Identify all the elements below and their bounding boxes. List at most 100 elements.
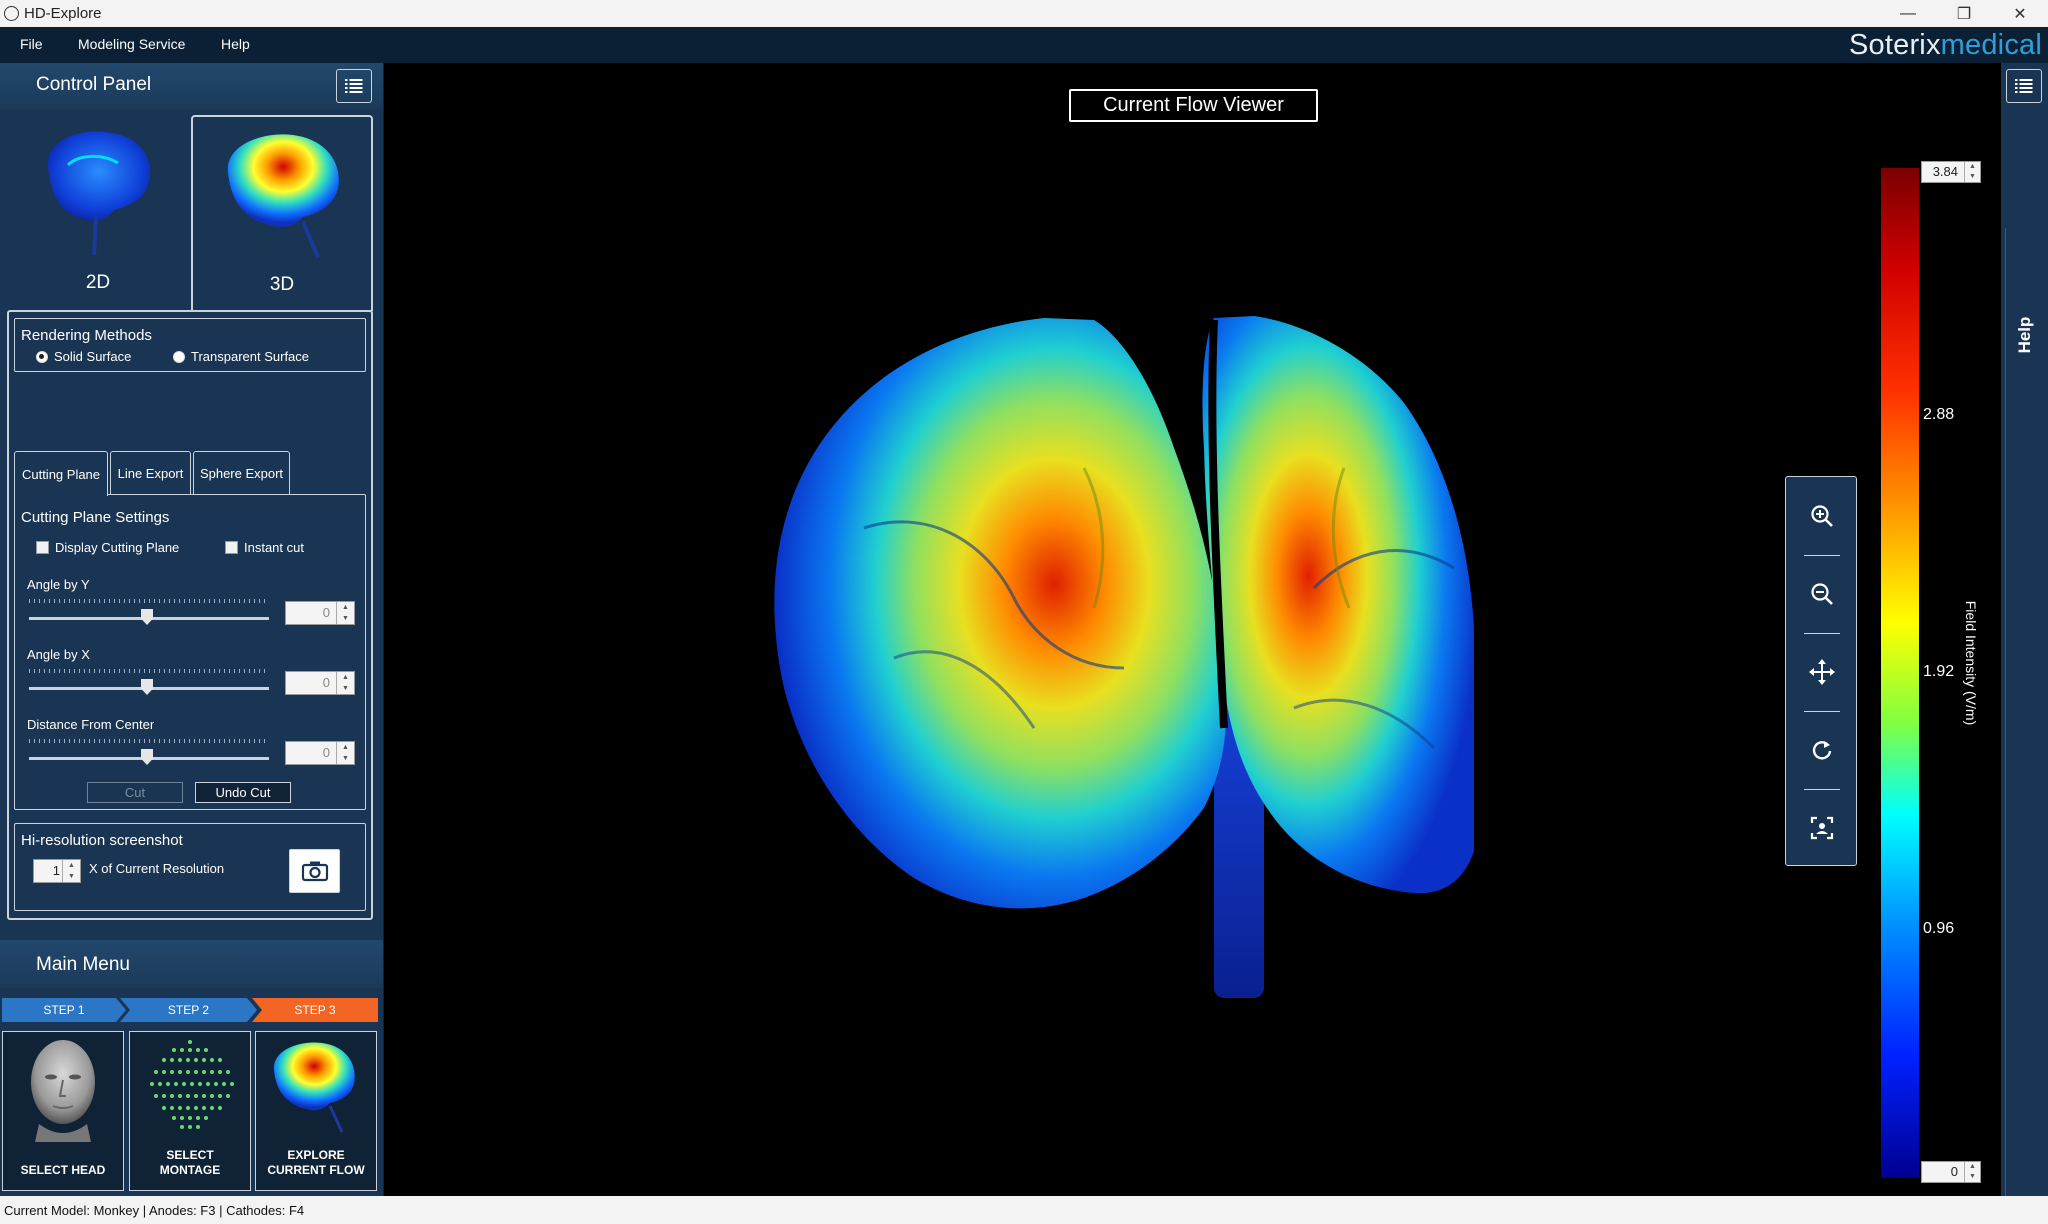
help-tab-label[interactable]: Help <box>2015 317 2035 354</box>
cut-button[interactable]: Cut <box>87 782 183 803</box>
transparent-surface-label: Transparent Surface <box>191 349 310 364</box>
explore-label-line2: CURRENT FLOW <box>267 1163 365 1177</box>
display-cutting-plane-checkbox[interactable] <box>36 541 49 554</box>
distance-value: 0 <box>322 745 330 760</box>
angle-x-spin-arrows[interactable]: ▲ ▼ <box>336 672 354 694</box>
distance-slider-thumb[interactable] <box>141 749 153 765</box>
help-tab[interactable] <box>2005 228 2043 1224</box>
transparent-surface-radio[interactable] <box>173 350 185 363</box>
explore-current-flow-label: EXPLORE CURRENT FLOW <box>256 1148 376 1178</box>
brain-flow-icon <box>273 1042 355 1133</box>
angle-x-slider-thumb[interactable] <box>141 679 153 695</box>
minimize-button[interactable]: — <box>1880 0 1936 27</box>
control-panel-menu-button[interactable] <box>336 69 372 103</box>
menu-file[interactable]: File <box>20 36 43 52</box>
colorbar-min-value: 0 <box>1950 1164 1958 1179</box>
rendering-methods-group: Rendering Methods Solid Surface Transpar… <box>14 318 366 372</box>
reset-view-button[interactable] <box>1786 789 1858 867</box>
solid-surface-label: Solid Surface <box>54 349 132 364</box>
select-montage-label-line1: SELECT <box>166 1148 214 1162</box>
rotate-button[interactable] <box>1786 711 1858 789</box>
solid-surface-radio[interactable] <box>36 350 48 363</box>
colorbar-min-input[interactable]: 0 ▲ ▼ <box>1921 1161 1981 1183</box>
fit-view-icon <box>1810 816 1834 840</box>
rendering-methods-title: Rendering Methods <box>21 327 152 344</box>
angle-x-input[interactable]: 0 ▲ ▼ <box>285 671 355 695</box>
colorbar-max-value: 3.84 <box>1932 164 1958 179</box>
tab-cutting-plane[interactable]: Cutting Plane <box>14 451 108 496</box>
camera-icon <box>301 861 328 882</box>
menu-help[interactable]: Help <box>221 36 250 52</box>
close-button[interactable]: ✕ <box>1992 0 2048 27</box>
resolution-multiplier-spin-arrows[interactable]: ▲ ▼ <box>62 860 80 882</box>
main-menu-header: Main Menu <box>0 940 383 988</box>
colorbar-min-spin-arrows[interactable]: ▲ ▼ <box>1964 1162 1980 1182</box>
instant-cut-option[interactable]: Instant cut <box>225 540 304 555</box>
colorbar-tick-label: 0.96 <box>1923 920 1955 937</box>
screenshot-button[interactable] <box>289 849 340 893</box>
step-indicator: STEP 1 STEP 2 STEP 3 <box>2 998 378 1022</box>
select-head-card[interactable]: SELECT HEAD <box>2 1031 124 1191</box>
colorbar-tick-label: 2.88 <box>1923 406 1955 423</box>
resolution-multiplier-value: 1 <box>52 863 60 878</box>
solid-surface-option[interactable]: Solid Surface <box>36 349 131 364</box>
brain-3d-thumbnail <box>227 134 339 258</box>
distance-ticks <box>29 739 269 743</box>
resolution-multiplier-input[interactable]: 1 ▲ ▼ <box>33 859 81 883</box>
angle-y-ticks <box>29 599 269 603</box>
menu-bar: File Modeling Service Help Soterixmedica… <box>0 27 2048 63</box>
pan-button[interactable] <box>1786 633 1858 711</box>
zoom-in-icon <box>1811 505 1833 527</box>
step-3[interactable]: STEP 3 <box>252 998 378 1022</box>
angle-y-value: 0 <box>322 605 330 620</box>
control-panel-title: Control Panel <box>36 74 152 95</box>
right-panel-menu-button[interactable] <box>2006 69 2042 103</box>
cutting-plane-group: Cutting Plane Settings Display Cutting P… <box>14 494 366 810</box>
zoom-in-button[interactable] <box>1786 477 1858 555</box>
resolution-multiplier-label: X of Current Resolution <box>89 861 225 876</box>
cutting-plane-settings-title: Cutting Plane Settings <box>21 509 170 526</box>
colorbar-max-input[interactable]: 3.84 ▲ ▼ <box>1921 161 1981 183</box>
explore-current-flow-card[interactable]: EXPLORE CURRENT FLOW <box>255 1031 377 1191</box>
colorbar <box>1881 168 1919 1178</box>
menu-modeling-service[interactable]: Modeling Service <box>78 36 185 52</box>
brand-logo: Soterixmedical <box>1849 29 2042 62</box>
instant-cut-checkbox[interactable] <box>225 541 238 554</box>
select-montage-label-line2: MONTAGE <box>159 1163 221 1177</box>
brand-name-part1: Soterix <box>1848 29 1941 61</box>
hires-screenshot-title: Hi-resolution screenshot <box>21 832 183 849</box>
step-1[interactable]: STEP 1 <box>2 998 126 1022</box>
angle-y-spin-arrows[interactable]: ▲ ▼ <box>336 602 354 624</box>
status-bar: Current Model: Monkey | Anodes: F3 | Cat… <box>0 1196 2048 1224</box>
select-montage-card[interactable]: SELECT MONTAGE <box>129 1031 251 1191</box>
zoom-out-button[interactable] <box>1786 555 1858 633</box>
transparent-surface-option[interactable]: Transparent Surface <box>173 349 309 364</box>
current-flow-viewer[interactable]: Current Flow Viewer 3.84 ▲ ▼ 2.88 1.92 0… <box>384 63 2001 1196</box>
angle-y-input[interactable]: 0 ▲ ▼ <box>285 601 355 625</box>
viewer-toolbar <box>1785 476 1857 866</box>
instant-cut-label: Instant cut <box>244 540 304 555</box>
app-icon <box>4 6 19 21</box>
status-text: Current Model: Monkey | Anodes: F3 | Cat… <box>4 1203 305 1218</box>
tab-line-export[interactable]: Line Export <box>110 451 191 494</box>
distance-input[interactable]: 0 ▲ ▼ <box>285 741 355 765</box>
display-cutting-plane-option[interactable]: Display Cutting Plane <box>36 540 179 555</box>
colorbar-tick-label: 1.92 <box>1923 663 1955 680</box>
distance-label: Distance From Center <box>27 717 155 732</box>
colorbar-max-spin-arrows[interactable]: ▲ ▼ <box>1964 162 1980 182</box>
window-title: HD-Explore <box>24 5 102 22</box>
view-2d-card[interactable]: 2D <box>6 115 190 311</box>
hires-screenshot-group: Hi-resolution screenshot 1 ▲ ▼ X of Curre… <box>14 823 366 911</box>
tab-sphere-export[interactable]: Sphere Export <box>193 451 290 494</box>
brain-3d-render[interactable] <box>754 308 1474 1008</box>
angle-y-slider-thumb[interactable] <box>141 609 153 625</box>
step-2[interactable]: STEP 2 <box>120 998 257 1022</box>
control-panel-header: Control Panel <box>0 63 383 109</box>
undo-cut-button[interactable]: Undo Cut <box>195 782 291 803</box>
montage-icon <box>150 1040 234 1129</box>
colorbar-axis-label: Field Intensity (V/m) <box>1963 600 1979 726</box>
restore-button[interactable]: ❐ <box>1936 0 1992 27</box>
distance-spin-arrows[interactable]: ▲ ▼ <box>336 742 354 764</box>
view-3d-card[interactable]: 3D <box>191 115 373 311</box>
right-side-panel: Help <box>2001 63 2048 1224</box>
